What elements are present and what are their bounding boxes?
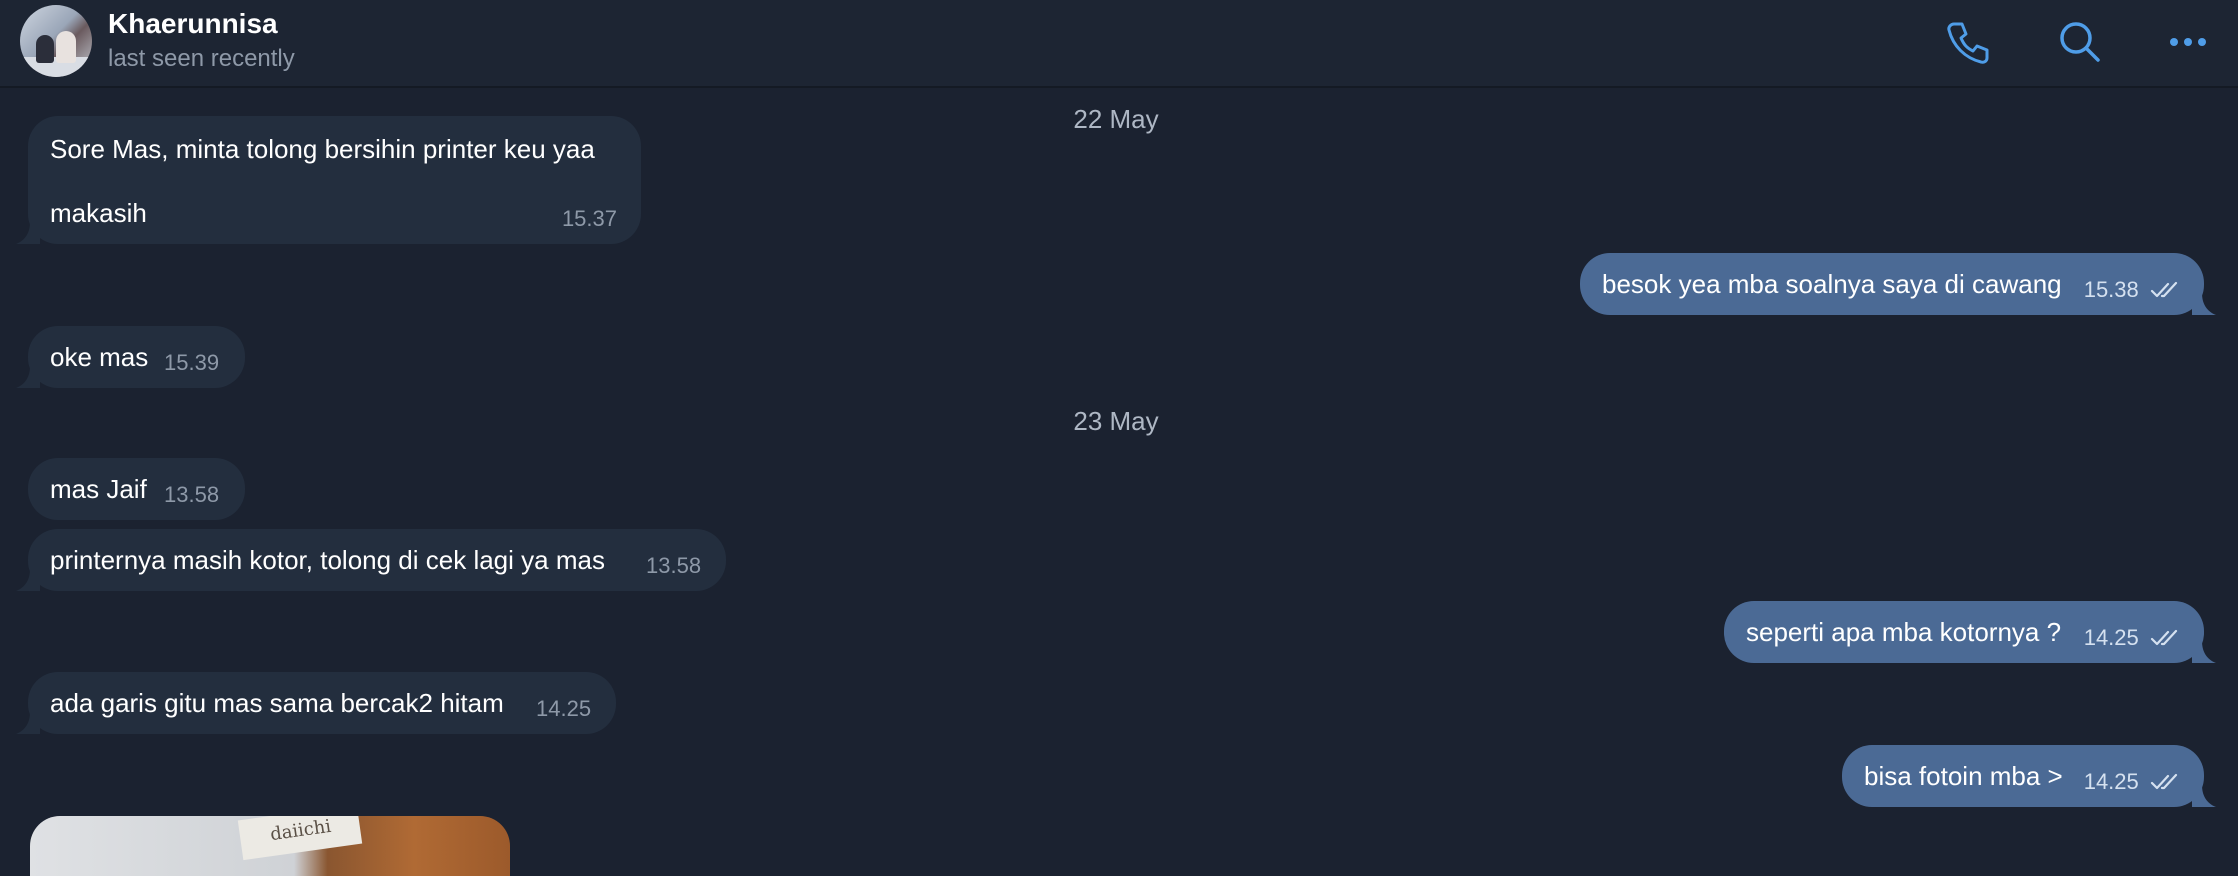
message-text: bisa fotoin mba > xyxy=(1864,761,2063,791)
message-text: Sore Mas, minta tolong bersihin printer … xyxy=(50,134,595,164)
message-bubble-incoming[interactable]: ada garis gitu mas sama bercak2 hitam 14… xyxy=(16,672,616,734)
double-check-icon xyxy=(2150,282,2178,298)
photo-message[interactable]: daiichi xyxy=(30,816,510,876)
bubble-tail xyxy=(16,366,40,388)
date-separator: 22 May xyxy=(1073,104,1159,134)
message-bubble-incoming[interactable]: Sore Mas, minta tolong bersihin printer … xyxy=(16,116,641,244)
message-text: seperti apa mba kotornya ? xyxy=(1746,617,2062,647)
message-time: 14.25 xyxy=(536,696,592,721)
message-text: makasih xyxy=(50,198,147,228)
message-bubble-incoming[interactable]: mas Jaif 13.58 xyxy=(28,458,245,520)
message-text: besok yea mba soalnya saya di cawang xyxy=(1602,269,2062,299)
bubble-tail xyxy=(2192,641,2216,663)
phone-icon[interactable] xyxy=(1940,14,1996,70)
bubble-tail xyxy=(16,712,40,734)
bubble-tail xyxy=(16,222,40,244)
message-text: printernya masih kotor, tolong di cek la… xyxy=(50,545,605,575)
double-check-icon xyxy=(2150,774,2178,790)
avatar-figure xyxy=(56,31,76,63)
date-separator: 23 May xyxy=(1073,406,1159,436)
contact-status: last seen recently xyxy=(108,45,295,72)
message-bubble-incoming[interactable]: oke mas 15.39 xyxy=(16,326,245,388)
contact-avatar[interactable] xyxy=(20,5,92,77)
double-check-icon xyxy=(2150,630,2178,646)
message-text: oke mas xyxy=(50,342,149,372)
message-bubble-outgoing[interactable]: besok yea mba soalnya saya di cawang 15.… xyxy=(1580,253,2216,315)
bubble-tail xyxy=(2192,293,2216,315)
message-time: 13.58 xyxy=(646,553,702,578)
chat-header: Khaerunnisa last seen recently xyxy=(0,0,2238,88)
message-bubble-outgoing[interactable]: seperti apa mba kotornya ? 14.25 xyxy=(1724,601,2216,663)
message-time: 15.37 xyxy=(561,206,617,231)
message-time: 13.58 xyxy=(164,482,220,507)
message-bubble-incoming[interactable]: printernya masih kotor, tolong di cek la… xyxy=(16,529,726,591)
message-time: 15.39 xyxy=(164,350,220,375)
message-time: 14.25 xyxy=(2083,625,2139,650)
message-text: mas Jaif xyxy=(50,474,147,504)
more-icon[interactable] xyxy=(2160,14,2216,70)
bubble-tail xyxy=(16,569,40,591)
bubble-tail xyxy=(2192,785,2216,807)
avatar-figure xyxy=(36,35,54,63)
message-time: 14.25 xyxy=(2083,769,2139,794)
message-time: 15.38 xyxy=(2083,277,2139,302)
message-text: ada garis gitu mas sama bercak2 hitam xyxy=(50,688,504,718)
search-icon[interactable] xyxy=(2052,14,2108,70)
message-bubble-outgoing[interactable]: bisa fotoin mba > 14.25 xyxy=(1842,745,2216,807)
contact-name[interactable]: Khaerunnisa xyxy=(108,8,278,40)
